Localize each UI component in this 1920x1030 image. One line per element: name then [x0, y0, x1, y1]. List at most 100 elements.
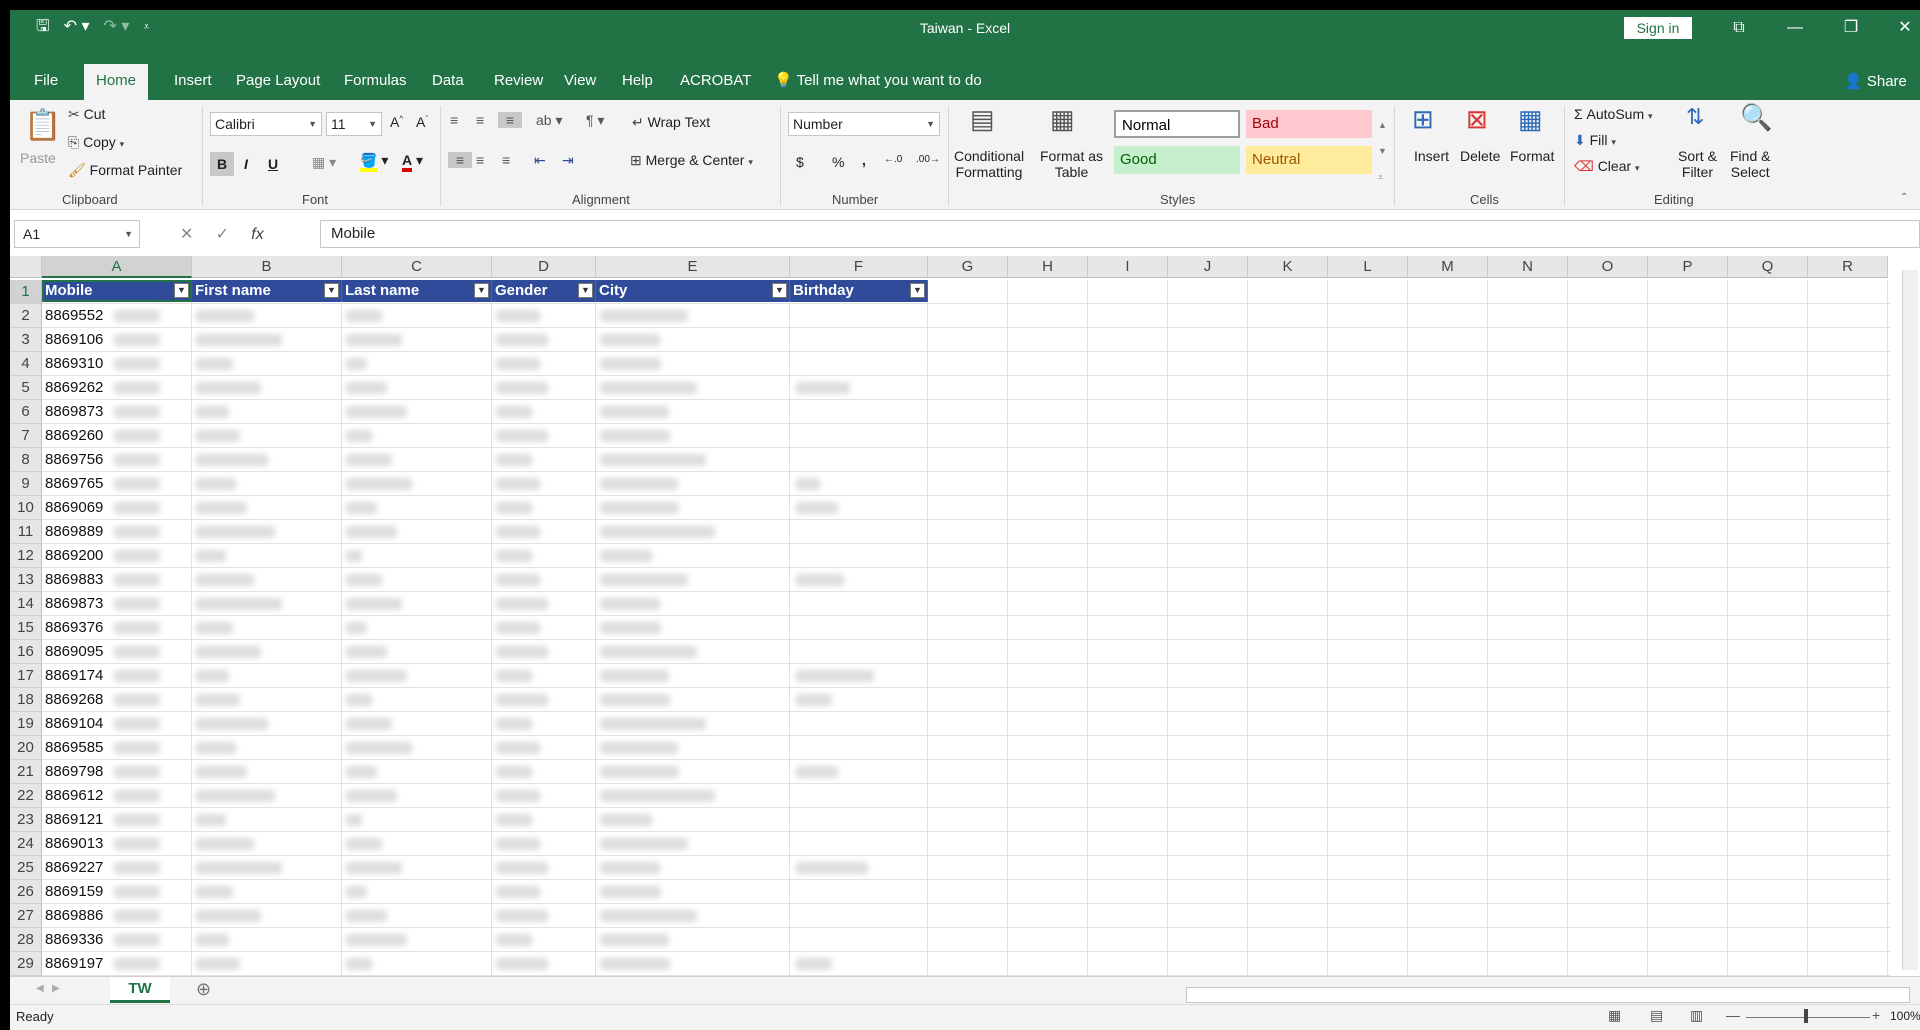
- format-cells-button[interactable]: Format: [1510, 148, 1554, 164]
- row-header[interactable]: 14: [10, 592, 42, 616]
- tell-me-box[interactable]: 💡 Tell me what you want to do: [762, 64, 994, 100]
- cancel-icon[interactable]: ✕: [180, 226, 193, 243]
- column-header-k[interactable]: K: [1248, 256, 1328, 278]
- tab-review[interactable]: Review: [482, 64, 555, 100]
- mobile-cell[interactable]: 8869798: [42, 763, 114, 780]
- normal-view-icon[interactable]: ▦: [1608, 1007, 1621, 1024]
- row-header[interactable]: 15: [10, 616, 42, 640]
- collapse-ribbon-icon[interactable]: ⌃: [1900, 192, 1908, 203]
- number-format-select[interactable]: Number ▼: [788, 112, 940, 136]
- row-header[interactable]: 25: [10, 856, 42, 880]
- copy-button[interactable]: ⎘ Copy ▾: [68, 134, 124, 151]
- row-header[interactable]: 10: [10, 496, 42, 520]
- sheet-scroll-icons[interactable]: ◀ ▶: [36, 983, 60, 994]
- row-header[interactable]: 20: [10, 736, 42, 760]
- mobile-cell[interactable]: 8869200: [42, 547, 114, 564]
- zoom-in-icon[interactable]: +: [1872, 1007, 1880, 1023]
- paste-icon[interactable]: 📋: [24, 108, 61, 143]
- row-header[interactable]: 18: [10, 688, 42, 712]
- close-icon[interactable]: ✕: [1890, 16, 1920, 40]
- mobile-cell[interactable]: 8869106: [42, 331, 114, 348]
- tab-file[interactable]: File: [22, 64, 70, 100]
- table-header-cell[interactable]: Last name ▼: [342, 280, 492, 302]
- font-size-select[interactable]: 11 ▼: [326, 112, 382, 136]
- mobile-cell[interactable]: 8869310: [42, 355, 114, 372]
- mobile-cell[interactable]: 8869104: [42, 715, 114, 732]
- row-header[interactable]: 19: [10, 712, 42, 736]
- zoom-slider-thumb[interactable]: [1804, 1009, 1808, 1023]
- mobile-cell[interactable]: 8869612: [42, 787, 114, 804]
- cut-button[interactable]: ✂ Cut: [68, 106, 105, 123]
- sign-in-button[interactable]: Sign in: [1624, 17, 1692, 39]
- column-header-g[interactable]: G: [928, 256, 1008, 278]
- align-bottom-icon[interactable]: ≡: [498, 112, 522, 128]
- filter-dropdown-icon[interactable]: ▼: [474, 283, 489, 298]
- row-header[interactable]: 12: [10, 544, 42, 568]
- style-bad[interactable]: Bad: [1246, 110, 1372, 138]
- fill-button[interactable]: ⬇ Fill ▾: [1574, 132, 1616, 149]
- mobile-cell[interactable]: 8869889: [42, 523, 114, 540]
- align-middle-icon[interactable]: ≡: [476, 112, 484, 128]
- row-header[interactable]: 16: [10, 640, 42, 664]
- mobile-cell[interactable]: 8869174: [42, 667, 114, 684]
- row-header[interactable]: 28: [10, 928, 42, 952]
- mobile-cell[interactable]: 8869336: [42, 931, 114, 948]
- column-header-o[interactable]: O: [1568, 256, 1648, 278]
- fill-color-icon[interactable]: 🪣 ▾: [360, 152, 388, 172]
- table-header-cell[interactable]: Mobile ▼: [42, 280, 192, 302]
- decrease-font-icon[interactable]: Aˇ: [416, 114, 428, 130]
- sort-filter-button[interactable]: Sort & Filter: [1678, 148, 1717, 180]
- column-header-r[interactable]: R: [1808, 256, 1888, 278]
- column-header-c[interactable]: C: [342, 256, 492, 278]
- column-header-e[interactable]: E: [596, 256, 790, 278]
- mobile-cell[interactable]: 8869159: [42, 883, 114, 900]
- row-header[interactable]: 4: [10, 352, 42, 376]
- column-header-j[interactable]: J: [1168, 256, 1248, 278]
- style-good[interactable]: Good: [1114, 146, 1240, 174]
- mobile-cell[interactable]: 8869197: [42, 955, 114, 972]
- clear-button[interactable]: ⌫ Clear ▾: [1574, 158, 1640, 175]
- table-header-cell[interactable]: First name ▼: [192, 280, 342, 302]
- column-header-b[interactable]: B: [192, 256, 342, 278]
- table-header-cell[interactable]: Gender ▼: [492, 280, 596, 302]
- mobile-cell[interactable]: 8869069: [42, 499, 114, 516]
- bold-button[interactable]: B: [210, 152, 234, 176]
- mobile-cell[interactable]: 8869886: [42, 907, 114, 924]
- align-center-icon[interactable]: ≡: [476, 152, 484, 168]
- autosum-button[interactable]: Σ AutoSum ▾: [1574, 106, 1653, 122]
- delete-cells-button[interactable]: Delete: [1460, 148, 1500, 164]
- borders-icon[interactable]: ▦ ▾: [312, 154, 336, 171]
- page-break-view-icon[interactable]: ▥: [1690, 1007, 1703, 1024]
- name-box[interactable]: A1 ▼: [14, 220, 140, 248]
- filter-dropdown-icon[interactable]: ▼: [772, 283, 787, 298]
- filter-dropdown-icon[interactable]: ▼: [324, 283, 339, 298]
- mobile-cell[interactable]: 8869121: [42, 811, 114, 828]
- decrease-decimal-icon[interactable]: .00→: [916, 154, 940, 165]
- table-header-cell[interactable]: Birthday ▼: [790, 280, 928, 302]
- minimize-icon[interactable]: —: [1780, 16, 1810, 40]
- wrap-text-button[interactable]: ↵ Wrap Text: [632, 114, 710, 131]
- row-header[interactable]: 29: [10, 952, 42, 976]
- column-header-d[interactable]: D: [492, 256, 596, 278]
- row-header[interactable]: 26: [10, 880, 42, 904]
- row-header[interactable]: 9: [10, 472, 42, 496]
- decrease-indent-icon[interactable]: ⇤: [534, 152, 546, 169]
- comma-button[interactable]: ,: [862, 152, 866, 168]
- select-all-corner[interactable]: [10, 256, 42, 278]
- mobile-cell[interactable]: 8869552: [42, 307, 114, 324]
- paste-button[interactable]: Paste: [20, 150, 56, 166]
- mobile-cell[interactable]: 8869585: [42, 739, 114, 756]
- mobile-cell[interactable]: 8869765: [42, 475, 114, 492]
- row-header[interactable]: 27: [10, 904, 42, 928]
- insert-cells-button[interactable]: Insert: [1414, 148, 1449, 164]
- font-name-select[interactable]: Calibri ▼: [210, 112, 322, 136]
- row-header[interactable]: 3: [10, 328, 42, 352]
- mobile-cell[interactable]: 8869268: [42, 691, 114, 708]
- mobile-cell[interactable]: 8869260: [42, 427, 114, 444]
- tab-acrobat[interactable]: ACROBAT: [668, 64, 763, 100]
- column-header-h[interactable]: H: [1008, 256, 1088, 278]
- restore-icon[interactable]: ❐: [1836, 16, 1866, 40]
- filter-dropdown-icon[interactable]: ▼: [174, 283, 189, 298]
- row-header[interactable]: 24: [10, 832, 42, 856]
- row-header[interactable]: 13: [10, 568, 42, 592]
